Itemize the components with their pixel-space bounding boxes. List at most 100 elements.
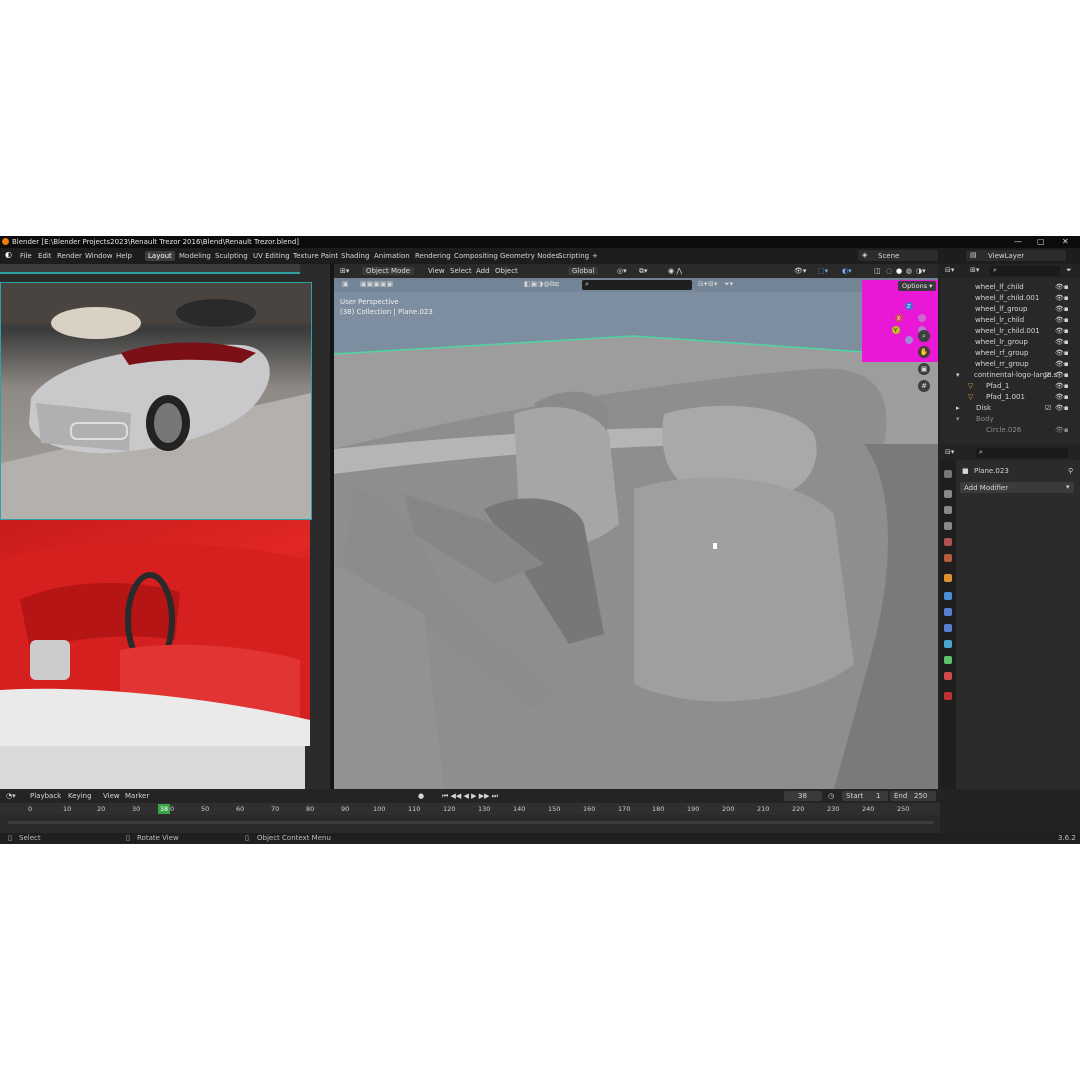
- mode-selector[interactable]: Object Mode: [362, 267, 415, 275]
- properties-search-input[interactable]: ⌕: [976, 448, 1068, 458]
- object-tab-icon[interactable]: [944, 574, 952, 582]
- start-frame-field[interactable]: Start 1: [842, 791, 888, 801]
- menu-render[interactable]: Render: [57, 252, 82, 260]
- add-workspace-button[interactable]: +: [592, 252, 598, 260]
- add-modifier-button[interactable]: Add Modifier ▾: [960, 482, 1074, 493]
- view-layer-tab-icon[interactable]: [944, 522, 952, 530]
- list-item[interactable]: wheel_lr_child 👁▪: [940, 315, 1080, 326]
- eye-icon[interactable]: 👁▪: [1055, 382, 1069, 390]
- options-button[interactable]: Options ▾: [898, 281, 937, 291]
- list-item[interactable]: ▾ Body: [940, 414, 1080, 425]
- expand-icon[interactable]: ▸: [956, 404, 960, 412]
- display-mode-icon[interactable]: ⊞▾: [970, 266, 979, 274]
- eye-icon[interactable]: 👁▪: [1055, 360, 1069, 368]
- texture-tab-icon[interactable]: [944, 692, 952, 700]
- outliner-filter-icon[interactable]: ⏷: [1066, 266, 1072, 275]
- list-item[interactable]: wheel_rf_group 👁▪: [940, 348, 1080, 359]
- image-editor[interactable]: [0, 264, 330, 789]
- tab-rendering[interactable]: Rendering: [412, 251, 454, 261]
- view-layer-selector[interactable]: ▤ ViewLayer: [966, 250, 1066, 261]
- 3d-viewport[interactable]: ⊞▾ Object Mode View Select Add Object Gl…: [334, 264, 938, 789]
- filter-icons[interactable]: ◧▣◑◍⧉⧈: [524, 280, 559, 289]
- blender-menu-icon[interactable]: ◐: [5, 250, 12, 259]
- tab-shading[interactable]: Shading: [338, 251, 372, 261]
- list-item[interactable]: ▽ Pfad_1.001 👁▪: [940, 392, 1080, 403]
- outliner[interactable]: ⊟▾ ⊞▾ ⌕ ⏷ wheel_lf_child 👁▪ wheel_lf_chil…: [940, 264, 1080, 444]
- checkbox-icon[interactable]: ☑: [1045, 371, 1051, 379]
- list-item[interactable]: ▾ continental-logo-large.s ☑ 👁▪: [940, 370, 1080, 381]
- tab-animation[interactable]: Animation: [371, 251, 413, 261]
- list-item[interactable]: wheel_lr_child.001 👁▪: [940, 326, 1080, 337]
- output-tab-icon[interactable]: [944, 506, 952, 514]
- expand-icon[interactable]: ▾: [956, 415, 960, 423]
- sort-icon[interactable]: ⊟▾: [698, 280, 707, 288]
- record-icon[interactable]: ●: [418, 792, 424, 800]
- layout-icon[interactable]: ⊞▾: [708, 280, 717, 288]
- overlay-toggle-icon[interactable]: ◐▾: [842, 267, 852, 275]
- render-tab-icon[interactable]: [944, 490, 952, 498]
- menu-marker[interactable]: Marker: [125, 792, 149, 800]
- list-item[interactable]: ▽ Pfad_1 👁▪: [940, 381, 1080, 392]
- eye-icon[interactable]: 👁▪: [1055, 349, 1069, 357]
- tab-layout[interactable]: Layout: [145, 251, 175, 261]
- select-mode-icons[interactable]: ▣▣▣▣▣: [360, 280, 393, 288]
- shading-material-icon[interactable]: ◍: [906, 267, 912, 275]
- select-tool-icon[interactable]: ▣: [342, 280, 349, 288]
- eye-icon[interactable]: 👁▪: [1055, 404, 1069, 412]
- list-item[interactable]: wheel_lr_group 👁▪: [940, 337, 1080, 348]
- timeline[interactable]: ◔▾ Playback Keying View Marker ● ⏮ ◀◀ ◀ …: [0, 789, 940, 833]
- menu-select[interactable]: Select: [450, 267, 472, 275]
- eye-icon[interactable]: 👁▪: [1055, 327, 1069, 335]
- xray-icon[interactable]: ◫: [874, 267, 881, 275]
- current-frame-field[interactable]: 38: [784, 791, 822, 801]
- visibility-icon[interactable]: 👁▾: [794, 267, 806, 275]
- shading-wireframe-icon[interactable]: ◌: [886, 267, 892, 275]
- material-tab-icon[interactable]: [944, 672, 952, 680]
- checkbox-icon[interactable]: ☑: [1045, 404, 1051, 412]
- particles-tab-icon[interactable]: [944, 608, 952, 616]
- list-item[interactable]: ▸ Disk ☑ 👁▪: [940, 403, 1080, 414]
- eye-icon[interactable]: 👁▪: [1055, 283, 1069, 291]
- minimize-button[interactable]: —: [1014, 237, 1022, 246]
- tab-uv-editing[interactable]: UV Editing: [250, 251, 293, 261]
- current-frame-indicator[interactable]: 38: [158, 804, 170, 814]
- camera-icon[interactable]: ▣: [918, 363, 930, 375]
- snap-icon[interactable]: ⧉▾: [639, 267, 648, 276]
- maximize-button[interactable]: ▢: [1037, 237, 1045, 246]
- tab-compositing[interactable]: Compositing: [451, 251, 501, 261]
- menu-edit[interactable]: Edit: [38, 252, 52, 260]
- menu-object[interactable]: Object: [495, 267, 518, 275]
- eye-icon[interactable]: 👁▪: [1055, 393, 1069, 401]
- list-item[interactable]: wheel_lf_child.001 👁▪: [940, 293, 1080, 304]
- end-frame-field[interactable]: End 250: [890, 791, 936, 801]
- transform-orientation[interactable]: Global: [568, 267, 599, 275]
- shading-rendered-icon[interactable]: ◑▾: [916, 267, 926, 275]
- list-item[interactable]: Circle.026 👁▪: [940, 425, 1080, 436]
- eye-icon[interactable]: 👁▪: [1055, 294, 1069, 302]
- playback-controls-icon[interactable]: ⏮ ◀◀ ◀ ▶ ▶▶ ⏭: [442, 792, 498, 801]
- list-item[interactable]: wheel_lf_child 👁▪: [940, 282, 1080, 293]
- close-button[interactable]: ✕: [1062, 237, 1069, 246]
- pivot-icon[interactable]: ◎▾: [617, 267, 627, 275]
- menu-view[interactable]: View: [103, 792, 120, 800]
- gizmo-toggle-icon[interactable]: ⬚▾: [818, 267, 828, 275]
- modifier-wrench-icon[interactable]: [944, 592, 952, 600]
- eye-icon[interactable]: 👁▪: [1055, 371, 1069, 379]
- list-item[interactable]: wheel_rr_group 👁▪: [940, 359, 1080, 370]
- clock-icon[interactable]: ◷: [828, 792, 834, 800]
- eye-icon[interactable]: 👁▪: [1055, 338, 1069, 346]
- expand-icon[interactable]: ▾: [956, 371, 960, 379]
- frame-ruler[interactable]: 0 10 20 30 0 50 60 70 80 90 100 110 120 …: [0, 803, 940, 815]
- eye-icon[interactable]: 👁▪: [1055, 316, 1069, 324]
- pan-hand-icon[interactable]: ✋: [918, 346, 930, 358]
- outliner-search-input[interactable]: ⌕: [990, 266, 1060, 276]
- pin-icon[interactable]: ⚲: [1068, 467, 1073, 475]
- menu-view[interactable]: View: [428, 267, 445, 275]
- properties-editor-icon[interactable]: ⊟▾: [945, 448, 954, 456]
- tab-geometry-nodes[interactable]: Geometry Nodes: [497, 251, 562, 261]
- timeline-scrollbar[interactable]: [8, 821, 934, 824]
- menu-playback[interactable]: Playback: [30, 792, 61, 800]
- tab-modeling[interactable]: Modeling: [176, 251, 214, 261]
- list-item[interactable]: wheel_lf_group 👁▪: [940, 304, 1080, 315]
- zoom-icon[interactable]: ⌕: [918, 330, 930, 342]
